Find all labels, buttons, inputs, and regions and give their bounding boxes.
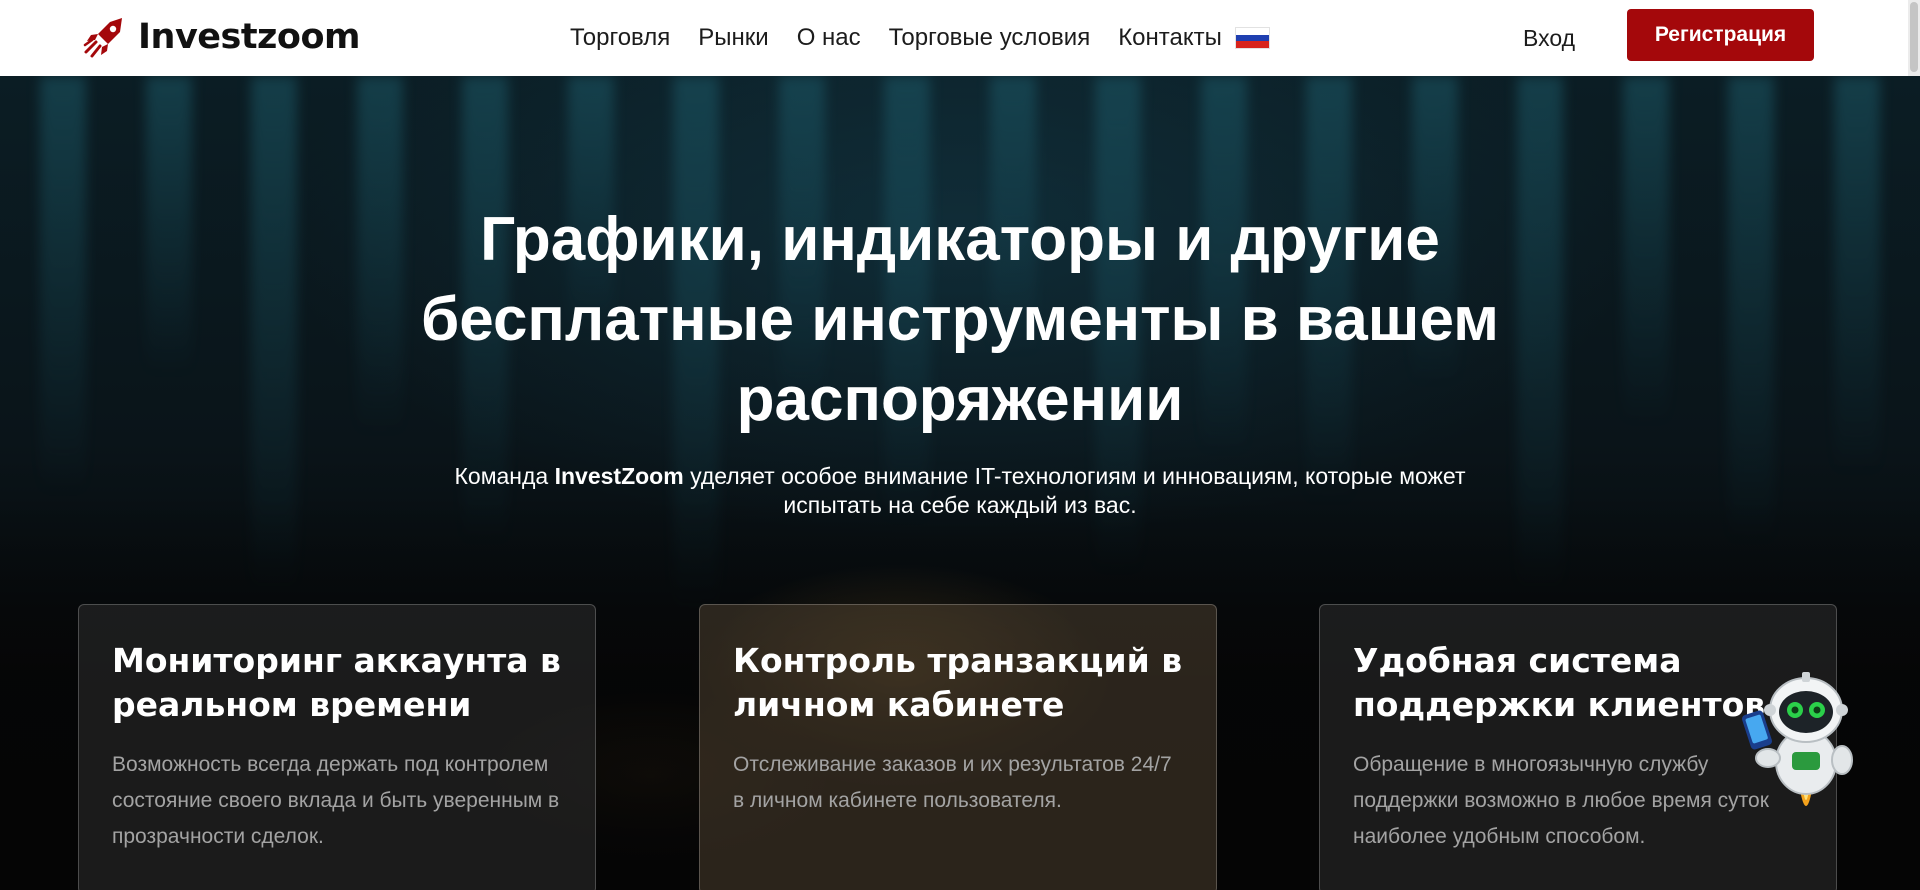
hero-title: Графики, индикаторы и другие бесплатные … (420, 205, 1499, 434)
scrollbar-thumb[interactable] (1910, 2, 1918, 72)
robot-assistant-icon[interactable] (1728, 650, 1858, 835)
hero-subtitle-lead: Команда (454, 463, 555, 489)
russian-flag-icon[interactable] (1235, 28, 1269, 49)
feature-card-title: Мониторинг аккаунта в реальном времени (112, 641, 561, 724)
hero-subtitle-rest: уделяет особое внимание IT-технологиям и… (683, 463, 1466, 518)
nav-item-trading[interactable]: Торговля (570, 24, 670, 52)
hero-subtitle: Команда InvestZoom уделяет особое вниман… (410, 462, 1510, 520)
nav-item-about[interactable]: О нас (797, 24, 861, 52)
feature-card-account-monitoring: Мониторинг аккаунта в реальном времени В… (78, 604, 596, 890)
feature-card-text: Отслеживание заказов и их результатов 24… (733, 753, 1172, 812)
main-nav: Торговля Рынки О нас Торговые условия Ко… (570, 0, 1269, 76)
nav-item-markets[interactable]: Рынки (698, 24, 768, 52)
nav-item-contacts[interactable]: Контакты (1118, 24, 1222, 52)
feature-card-text: Возможность всегда держать под контролем… (112, 753, 560, 848)
rocket-logo-icon (83, 18, 122, 58)
hero-section: Графики, индикаторы и другие бесплатные … (0, 76, 1920, 890)
logo[interactable]: Investzoom (82, 12, 361, 62)
feature-card-transaction-control: Контроль транзакций в личном кабинете От… (699, 604, 1217, 890)
feature-card-title: Контроль транзакций в личном кабинете (733, 641, 1183, 724)
logo-text: Investzoom (138, 17, 361, 57)
page-scrollbar[interactable] (1908, 0, 1920, 76)
register-button[interactable]: Регистрация (1627, 9, 1814, 61)
site-header: Investzoom Торговля Рынки О нас Торговые… (0, 0, 1920, 76)
nav-item-trading-conditions[interactable]: Торговые условия (889, 24, 1091, 52)
hero-subtitle-brand: InvestZoom (554, 463, 684, 489)
login-link[interactable]: Вход (1523, 0, 1575, 76)
